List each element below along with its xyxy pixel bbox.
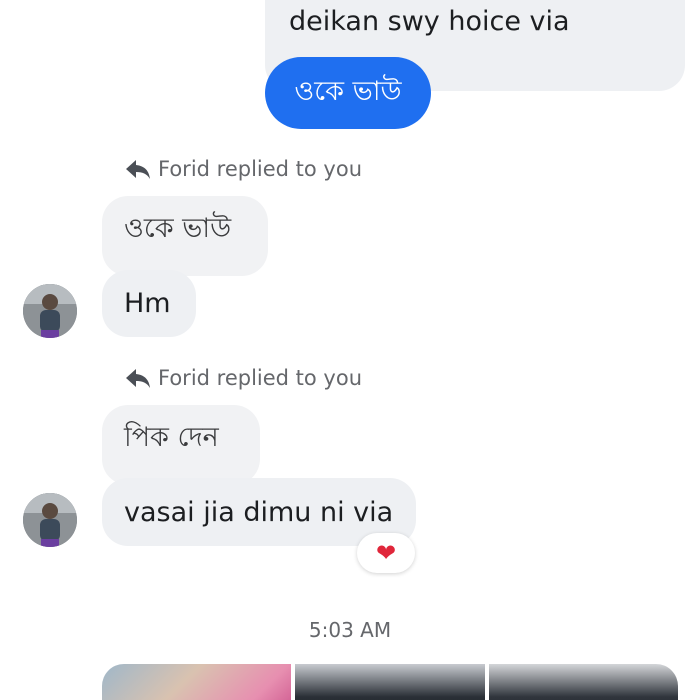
outgoing-message-blue-text: ওকে ভাউ — [294, 75, 402, 107]
reply-indicator: Forid replied to you — [124, 157, 362, 181]
reply-arrow-icon — [126, 160, 150, 179]
incoming-message-text: Hm — [124, 288, 171, 319]
heart-icon: ❤ — [375, 539, 397, 567]
reply-indicator: Forid replied to you — [124, 366, 362, 390]
photo-thumbnail[interactable] — [102, 664, 292, 700]
message-reaction[interactable]: ❤ — [357, 533, 415, 573]
incoming-message-text: vasai jia dimu ni via — [124, 496, 394, 528]
photo-thumbnail[interactable] — [488, 664, 678, 700]
avatar-photo — [23, 284, 77, 338]
avatar-photo — [23, 493, 77, 547]
quoted-message-text: ওকে ভাউ — [124, 213, 232, 244]
message-timestamp: 5:03 AM — [308, 618, 392, 642]
avatar[interactable] — [23, 284, 77, 338]
incoming-message[interactable]: Hm — [102, 270, 196, 337]
quoted-message[interactable]: ওকে ভাউ — [102, 196, 268, 276]
outgoing-message-text: deikan swy hoice via — [289, 6, 570, 37]
chat-screen: deikan swy hoice via ওকে ভাউ Forid repli… — [0, 0, 700, 700]
photo-attachment-strip[interactable] — [102, 664, 678, 700]
quoted-message-text: পিক দেন — [124, 422, 219, 453]
outgoing-message-blue[interactable]: ওকে ভাউ — [265, 57, 431, 129]
reply-indicator-label: Forid replied to you — [158, 157, 363, 181]
photo-thumbnail[interactable] — [295, 664, 485, 700]
quoted-message[interactable]: পিক দেন — [102, 405, 260, 485]
reply-indicator-label: Forid replied to you — [158, 366, 363, 390]
avatar[interactable] — [23, 493, 77, 547]
reply-arrow-icon — [126, 369, 150, 388]
